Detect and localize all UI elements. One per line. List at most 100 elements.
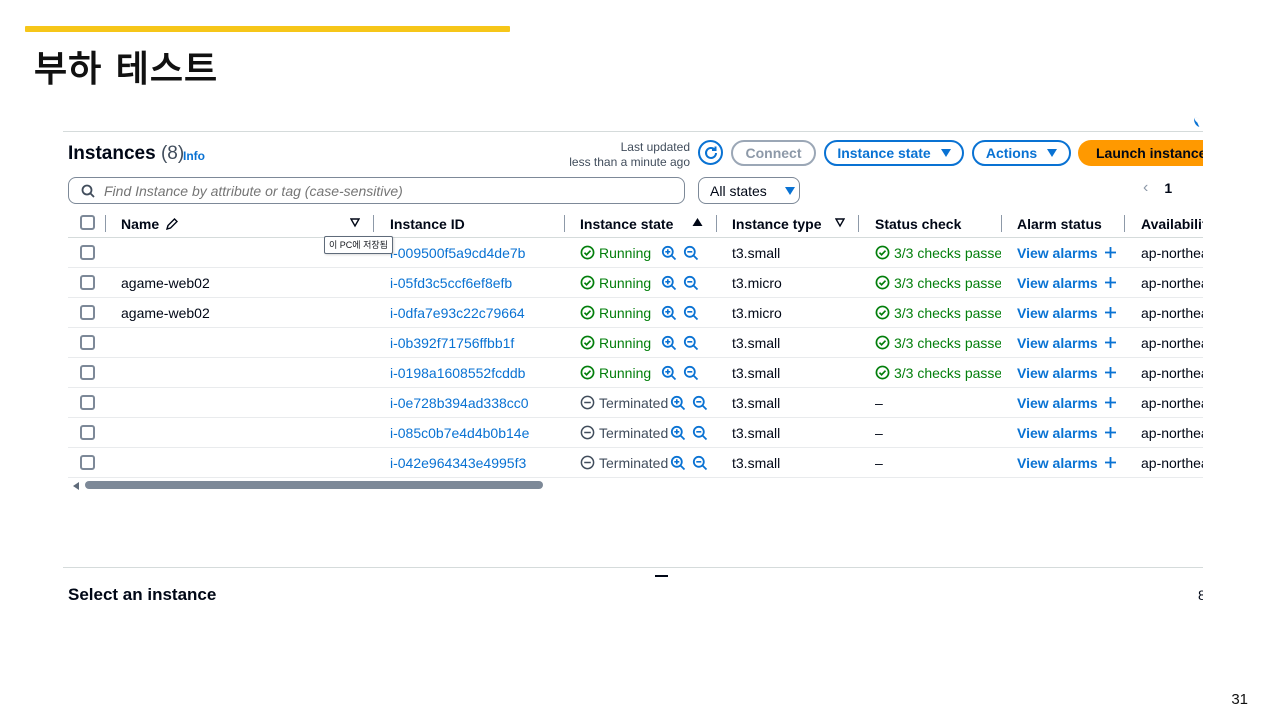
horizontal-scrollbar-thumb[interactable] [85, 481, 543, 489]
status-check-text: 3/3 checks passed [894, 304, 1001, 321]
view-alarms-link[interactable]: View alarms [1017, 395, 1098, 411]
view-alarms-link[interactable]: View alarms [1017, 425, 1098, 441]
zoom-out-icon[interactable] [683, 365, 699, 381]
instance-id-link[interactable]: i-085c0b7e4d4b0b14e [390, 418, 570, 447]
zoom-in-icon[interactable] [670, 395, 686, 411]
zoom-out-icon[interactable] [683, 245, 699, 261]
row-checkbox[interactable] [80, 245, 95, 260]
zoom-in-icon[interactable] [670, 425, 686, 441]
instance-id-link[interactable]: i-0b392f71756ffbb1f [390, 328, 570, 357]
plus-icon[interactable] [1104, 276, 1117, 289]
table-row[interactable]: i-0b392f71756ffbb1f Running t3.small 3/3 ch… [68, 328, 1203, 358]
zoom-in-icon[interactable] [661, 335, 677, 351]
column-header-availability-zone[interactable]: Availability Zone [1141, 213, 1203, 235]
view-alarms-link[interactable]: View alarms [1017, 365, 1098, 381]
zoom-out-icon[interactable] [683, 305, 699, 321]
instance-state-text: Terminated [599, 454, 669, 471]
view-alarms-link[interactable]: View alarms [1017, 245, 1098, 261]
instance-state: Running [580, 358, 720, 387]
row-checkbox[interactable] [80, 335, 95, 350]
search-box[interactable] [68, 177, 685, 204]
search-input[interactable] [104, 182, 664, 199]
zoom-out-icon[interactable] [692, 455, 708, 471]
plus-icon[interactable] [1104, 456, 1117, 469]
plus-icon[interactable] [1104, 306, 1117, 319]
row-checkbox[interactable] [80, 275, 95, 290]
sort-ascending-icon[interactable] [692, 217, 703, 227]
zoom-in-icon[interactable] [661, 245, 677, 261]
zoom-out-icon[interactable] [683, 335, 699, 351]
connect-button[interactable]: Connect [731, 140, 816, 166]
column-header-name[interactable]: Name [121, 213, 179, 235]
status-check: 3/3 checks passed [875, 298, 1001, 327]
status-check: 3/3 checks passed [875, 328, 1001, 357]
instance-id-link[interactable]: i-0dfa7e93c22c79664 [390, 298, 570, 327]
table-row[interactable]: i-009500f5a9cd4de7b Running t3.small 3/3 ch… [68, 238, 1203, 268]
plus-icon[interactable] [1104, 396, 1117, 409]
refresh-icon [704, 146, 717, 159]
row-checkbox[interactable] [80, 455, 95, 470]
row-checkbox[interactable] [80, 305, 95, 320]
view-alarms-link[interactable]: View alarms [1017, 335, 1098, 351]
split-panel-drag-handle[interactable] [655, 575, 668, 577]
zoom-in-icon[interactable] [661, 305, 677, 321]
column-header-instance-type[interactable]: Instance type [732, 213, 821, 235]
instance-state-button[interactable]: Instance state [824, 140, 964, 166]
instance-id-link[interactable]: i-05fd3c5ccf6ef8efb [390, 268, 570, 297]
alarm-status: View alarms [1017, 298, 1127, 327]
plus-icon[interactable] [1104, 336, 1117, 349]
states-select[interactable]: All states [698, 177, 800, 204]
plus-icon[interactable] [1104, 246, 1117, 259]
table-row[interactable]: i-0198a1608552fcddb Running t3.small 3/3 ch… [68, 358, 1203, 388]
availability-zone: ap-northeast-2a [1141, 364, 1203, 381]
instance-id-link[interactable]: i-009500f5a9cd4de7b [390, 238, 570, 267]
zoom-in-icon[interactable] [670, 455, 686, 471]
zoom-out-icon[interactable] [683, 275, 699, 291]
table-row[interactable]: i-0e728b394ad338cc0 Terminated t3.small – Vi… [68, 388, 1203, 418]
instance-type: t3.small [732, 364, 781, 381]
current-page[interactable]: 1 [1164, 180, 1172, 196]
column-header-status-check[interactable]: Status check [875, 213, 961, 235]
table-row[interactable]: agame-web02 i-05fd3c5ccf6ef8efb Running t3.… [68, 268, 1203, 298]
filter-triangle-icon[interactable] [835, 218, 845, 228]
check-circle-icon [875, 365, 890, 380]
row-checkbox[interactable] [80, 425, 95, 440]
column-header-instance-type-label: Instance type [732, 216, 822, 232]
instance-id-link[interactable]: i-0198a1608552fcddb [390, 358, 570, 387]
table-row[interactable]: i-042e964343e4995f3 Terminated t3.small – Vi… [68, 448, 1203, 478]
minus-circle-icon [580, 455, 595, 470]
status-check: – [875, 448, 1001, 477]
view-alarms-link[interactable]: View alarms [1017, 275, 1098, 291]
status-check-text: 3/3 checks passed [894, 244, 1001, 261]
actions-button[interactable]: Actions [972, 140, 1071, 166]
instance-name [121, 418, 371, 447]
plus-icon[interactable] [1104, 426, 1117, 439]
corner-arc-mark [1191, 116, 1203, 128]
instance-id-link[interactable]: i-0e728b394ad338cc0 [390, 388, 570, 417]
view-alarms-link[interactable]: View alarms [1017, 455, 1098, 471]
zoom-in-icon[interactable] [661, 365, 677, 381]
table-row[interactable]: agame-web02 i-0dfa7e93c22c79664 Running t3.… [68, 298, 1203, 328]
select-all-checkbox[interactable] [80, 215, 95, 230]
column-header-instance-id[interactable]: Instance ID [390, 213, 465, 235]
info-link[interactable]: Info [183, 149, 205, 163]
zoom-out-icon[interactable] [692, 425, 708, 441]
refresh-button[interactable] [698, 140, 723, 165]
instance-name [121, 328, 371, 357]
column-header-alarm-status[interactable]: Alarm status [1017, 213, 1102, 235]
row-checkbox[interactable] [80, 395, 95, 410]
zoom-in-icon[interactable] [661, 275, 677, 291]
launch-label: Launch instances [1096, 145, 1203, 161]
column-header-instance-state[interactable]: Instance state [580, 213, 673, 235]
filter-triangle-icon[interactable] [350, 218, 360, 228]
instance-id-link[interactable]: i-042e964343e4995f3 [390, 448, 570, 477]
chevron-left-icon[interactable]: ‹ [1143, 179, 1148, 197]
table-row[interactable]: i-085c0b7e4d4b0b14e Terminated t3.small – Vi… [68, 418, 1203, 448]
instance-name [121, 448, 371, 477]
scroll-left-arrow[interactable] [73, 482, 79, 490]
view-alarms-link[interactable]: View alarms [1017, 305, 1098, 321]
zoom-out-icon[interactable] [692, 395, 708, 411]
row-checkbox[interactable] [80, 365, 95, 380]
launch-instances-button[interactable]: Launch instances [1078, 140, 1203, 166]
plus-icon[interactable] [1104, 366, 1117, 379]
